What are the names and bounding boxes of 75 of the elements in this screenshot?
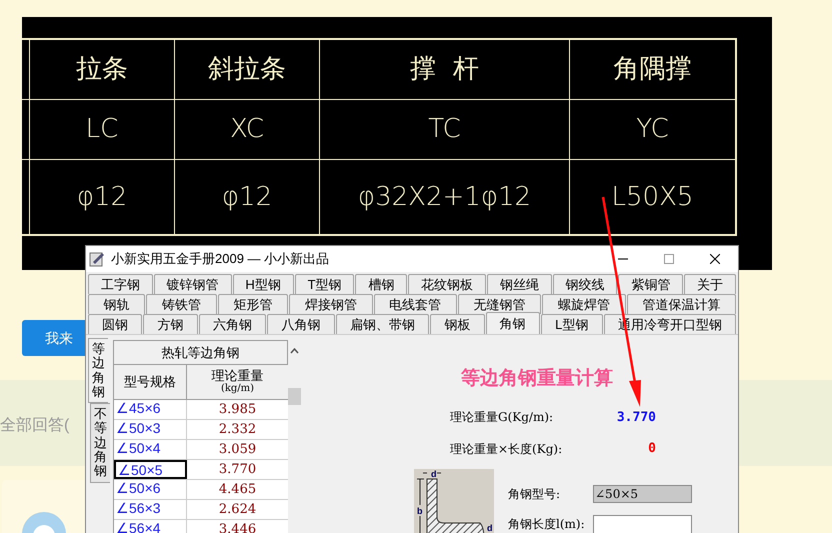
tab[interactable]: 无缝钢管: [458, 294, 542, 314]
table-cell[interactable]: ∠50×3: [114, 420, 187, 439]
table-cell-text: 3.770: [218, 461, 258, 479]
tab[interactable]: H型钢: [232, 274, 294, 294]
tab[interactable]: 管道保温计算: [626, 294, 736, 314]
tab[interactable]: 焊接钢管: [289, 294, 372, 314]
tab[interactable]: T型钢: [294, 274, 354, 294]
table-cell-text: 2.332: [218, 421, 258, 439]
cad-table-cell: TC: [320, 100, 570, 160]
close-icon: [710, 254, 720, 264]
table-cell[interactable]: ∠50×4: [114, 440, 187, 459]
tab[interactable]: 六角钢: [198, 314, 266, 334]
tab[interactable]: 钢板: [430, 314, 485, 334]
cad-table-cell: LC: [30, 100, 175, 160]
side-tab[interactable]: 等边角钢: [88, 338, 108, 404]
tab[interactable]: 电线套管: [374, 294, 457, 314]
cad-table-cell: 拉条: [30, 40, 175, 100]
table-cell-text: 3.059: [218, 441, 258, 459]
cad-table-cell-text: L50X5: [610, 180, 694, 214]
scroll-up-icon[interactable]: [290, 348, 299, 354]
cad-table-cell: φ12: [175, 160, 320, 234]
maximize-icon: [664, 254, 674, 264]
table-cell[interactable]: ∠56×3: [114, 500, 187, 519]
tab[interactable]: 槽钢: [355, 274, 408, 294]
model-field: ∠50×5: [593, 484, 692, 502]
tab[interactable]: 工字钢: [88, 274, 153, 294]
table-title: 热轧等边角钢: [114, 341, 288, 365]
tab[interactable]: 扁钢、带钢: [336, 314, 430, 334]
cad-table-cell: YC: [570, 100, 735, 160]
table-cell-text: 2.624: [218, 501, 258, 519]
weight-value: 3.770: [616, 408, 656, 426]
table-cell-text: 3.985: [218, 401, 258, 419]
window-title: 小新实用五金手册2009 — 小小新出品: [111, 250, 330, 268]
tab[interactable]: 花纹钢板: [408, 274, 486, 294]
column-header: 理论重量 (kg/m): [210, 367, 264, 396]
cad-table-cell: 斜拉条: [175, 40, 320, 100]
total-value: 0: [648, 440, 656, 458]
tab[interactable]: 角钢: [486, 312, 540, 334]
angle-steel-diagram-drawing: d b d: [414, 468, 494, 533]
tab[interactable]: 方钢: [143, 314, 198, 334]
table-cell[interactable]: ∠45×6: [114, 400, 187, 419]
tab[interactable]: 钢绞线: [552, 274, 618, 294]
cad-table-cell: 角隅撑: [570, 40, 735, 100]
tab[interactable]: L型钢: [540, 314, 603, 334]
answer-button[interactable]: 我来: [22, 320, 85, 356]
tab[interactable]: 关于: [684, 274, 736, 294]
cad-table-cell: XC: [175, 100, 320, 160]
tab[interactable]: 钢丝绳: [486, 274, 552, 294]
calculator-title: 等边角钢重量计算: [460, 366, 614, 391]
answers-heading: 全部回答(: [0, 416, 70, 436]
table-cell[interactable]: ∠50×5: [114, 460, 187, 479]
cad-table-cell: φ32X2+1φ12: [320, 160, 570, 234]
tab[interactable]: 钢轨: [88, 294, 146, 314]
cad-table-cell: 撑 杆: [320, 40, 570, 100]
table-cell[interactable]: ∠50×6: [114, 480, 187, 499]
table-cell[interactable]: ∠56×4: [114, 520, 187, 533]
tab[interactable]: 八角钢: [267, 314, 335, 334]
column-header: 型号规格: [114, 365, 187, 399]
tab[interactable]: 螺旋焊管: [542, 294, 626, 314]
table-cell-text: 4.465: [218, 481, 258, 499]
cad-table-cell: φ12: [30, 160, 175, 234]
notepad-icon: [89, 251, 105, 267]
model-label: 角钢型号:: [508, 486, 562, 502]
side-tab[interactable]: 不等边角钢: [90, 403, 110, 483]
total-label: 理论重量×长度(Kg):: [450, 440, 562, 458]
length-label: 角钢长度l(m):: [508, 516, 586, 533]
table-cell-text: 3.446: [218, 521, 258, 533]
weight-label: 理论重量G(Kg/m):: [450, 409, 554, 426]
tab[interactable]: 镀锌钢管: [154, 274, 232, 294]
length-field[interactable]: [593, 514, 692, 533]
tab[interactable]: 圆钢: [88, 314, 142, 334]
tab[interactable]: 紫铜管: [618, 274, 684, 294]
tab[interactable]: 矩形管: [218, 294, 288, 314]
tab[interactable]: 铸铁管: [146, 294, 217, 314]
scrollbar-thumb[interactable]: [288, 388, 301, 405]
